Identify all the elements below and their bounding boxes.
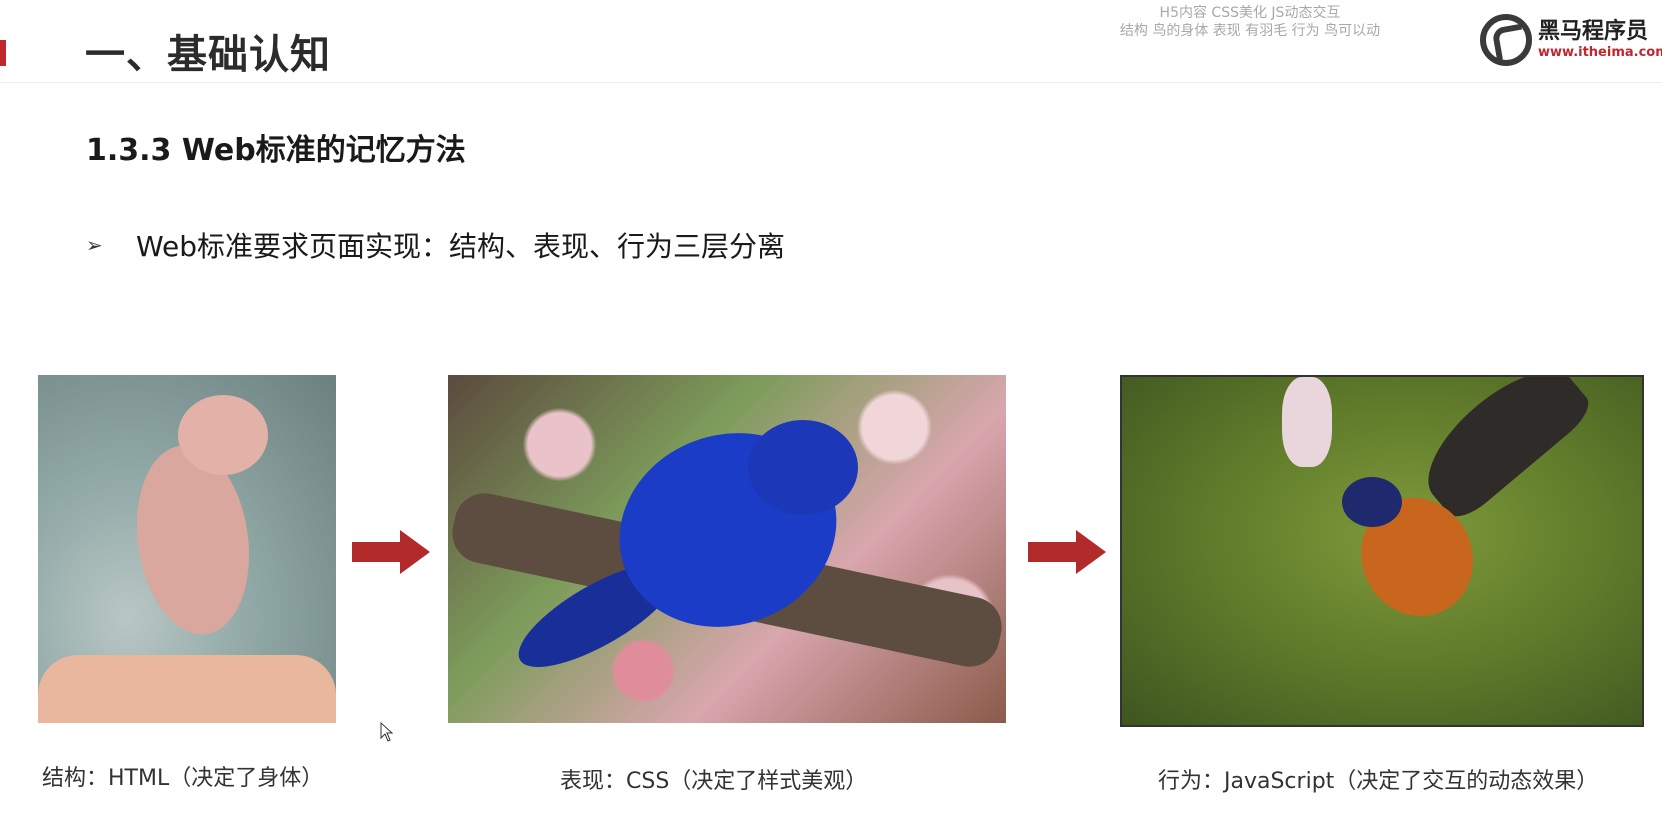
brand-logo: 黑马程序员 www.itheima.com [1480,14,1662,66]
subsection-title: 1.3.3 Web标准的记忆方法 [86,133,466,168]
hanging-flower-shape [1282,377,1332,467]
red-arrow-icon [352,530,430,574]
logo-text: 黑马程序员 www.itheima.com [1538,19,1662,60]
logo-url: www.itheima.com [1538,45,1662,60]
red-arrow-icon [1028,530,1106,574]
mouse-pointer-icon [380,722,394,742]
flying-bird-photo [1120,375,1644,727]
logo-name: 黑马程序员 [1538,19,1649,44]
accent-mark [0,40,6,66]
caption-structure: 结构：HTML（决定了身体） [42,766,324,791]
overlay-notes: H5内容 CSS美化 JS动态交互 结构 鸟的身体 表现 有羽毛 行为 鸟可以动 [1070,4,1430,40]
bullet-point: ➢ Web标准要求页面实现：结构、表现、行为三层分离 [86,225,785,265]
overlay-note-line: H5内容 CSS美化 JS动态交互 [1159,5,1341,21]
caption-behavior: 行为：JavaScript（决定了交互的动态效果） [1158,769,1599,794]
chick-head-shape [178,395,268,475]
bullet-text: Web标准要求页面实现：结构、表现、行为三层分离 [136,230,786,263]
overlay-note-line: 结构 鸟的身体 表现 有羽毛 行为 鸟可以动 [1119,23,1381,39]
finger-shape [38,655,336,723]
chick-photo [38,375,336,723]
header-bar: 一、基础认知 H5内容 CSS美化 JS动态交互 结构 鸟的身体 表现 有羽毛 … [0,0,1662,83]
blue-bird-head-shape [748,420,858,515]
arrow-bullet-icon: ➢ [86,233,103,257]
horse-logo-icon [1480,14,1532,66]
blue-bird-photo [448,375,1006,723]
section-title: 一、基础认知 [85,32,331,78]
flying-bird-head-shape [1342,477,1402,527]
caption-presentation: 表现：CSS（决定了样式美观） [560,769,868,794]
